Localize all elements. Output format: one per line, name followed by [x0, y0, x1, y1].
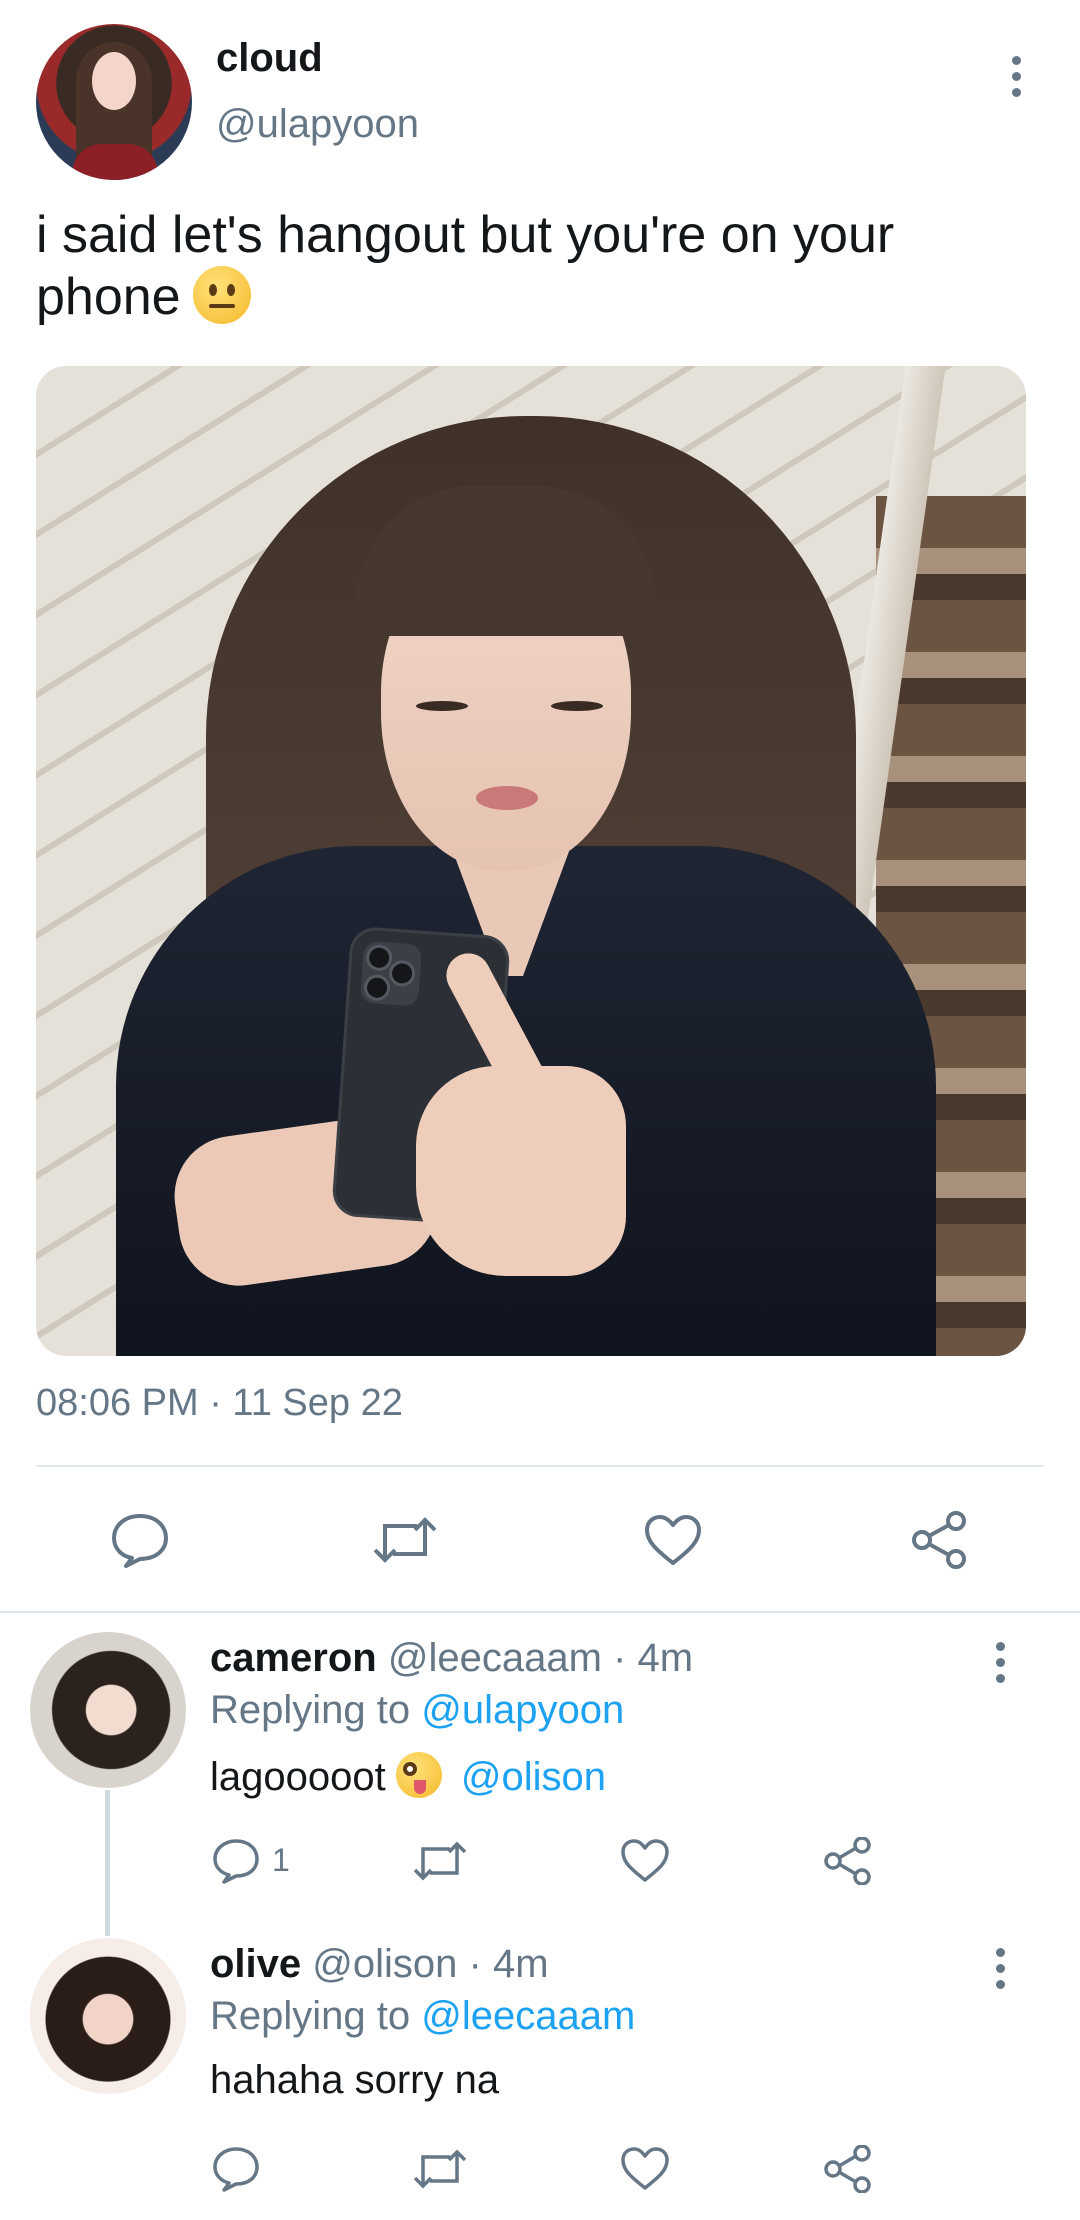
reply-header: cameron @leecaaam · 4m	[210, 1636, 693, 1681]
like-icon[interactable]	[617, 2144, 673, 2194]
reply-text: hahaha sorry na	[210, 2058, 500, 2102]
share-icon[interactable]	[900, 1508, 980, 1572]
replying-to-mention[interactable]: @ulapyoon	[421, 1688, 624, 1732]
reply-mention-link[interactable]: @olison	[461, 1755, 606, 1799]
reply-time: · 4m	[468, 1942, 549, 1986]
more-options-icon[interactable]	[994, 1948, 1006, 1996]
replying-to-label: Replying to	[210, 1994, 411, 2038]
share-icon[interactable]	[820, 2144, 876, 2194]
retweet-icon[interactable]	[410, 2144, 470, 2194]
divider	[0, 1611, 1080, 1613]
more-options-icon[interactable]	[994, 1642, 1006, 1690]
reply-icon[interactable]	[208, 2144, 264, 2194]
neutral-face-emoji-icon	[192, 266, 251, 324]
tweet-text: i said let's hangout but you're on your …	[36, 204, 1036, 328]
reply-avatar[interactable]	[30, 1632, 186, 1788]
thread-line	[105, 1790, 110, 1936]
replying-to-label: Replying to	[210, 1688, 411, 1732]
divider	[36, 1465, 1044, 1467]
more-options-icon[interactable]	[1010, 56, 1022, 104]
reply-count: 1	[272, 1842, 290, 1878]
replying-to-line: Replying to @leecaaam	[210, 1994, 635, 2039]
reply-avatar[interactable]	[30, 1938, 186, 2094]
reply-handle[interactable]: @olison	[312, 1942, 457, 1986]
like-icon[interactable]	[617, 1836, 673, 1886]
retweet-icon[interactable]	[365, 1508, 445, 1572]
like-icon[interactable]	[633, 1508, 713, 1572]
reply-display-name[interactable]: olive	[210, 1942, 301, 1986]
tweet-photo[interactable]	[36, 366, 1026, 1356]
author-display-name[interactable]: cloud	[216, 36, 323, 81]
replying-to-mention[interactable]: @leecaaam	[421, 1994, 635, 2038]
retweet-icon[interactable]	[410, 1836, 470, 1886]
share-icon[interactable]	[820, 1836, 876, 1886]
replying-to-line: Replying to @ulapyoon	[210, 1688, 624, 1733]
reply-handle[interactable]: @leecaaam	[388, 1636, 602, 1680]
reply-text: lagooooot @olison	[210, 1752, 606, 1800]
reply-header: olive @olison · 4m	[210, 1942, 549, 1987]
tweet-timestamp: 08:06 PM · 11 Sep 22	[36, 1382, 403, 1424]
tweet-text-content: i said let's hangout but you're on your …	[36, 206, 895, 326]
reply-time: · 4m	[613, 1636, 694, 1680]
reply-icon[interactable]	[208, 1836, 264, 1886]
author-avatar[interactable]	[36, 24, 192, 180]
author-handle[interactable]: @ulapyoon	[216, 102, 419, 147]
reply-text-content: lagooooot	[210, 1755, 386, 1799]
reply-icon[interactable]	[100, 1508, 180, 1572]
zany-face-emoji-icon	[395, 1752, 442, 1798]
reply-display-name[interactable]: cameron	[210, 1636, 377, 1680]
